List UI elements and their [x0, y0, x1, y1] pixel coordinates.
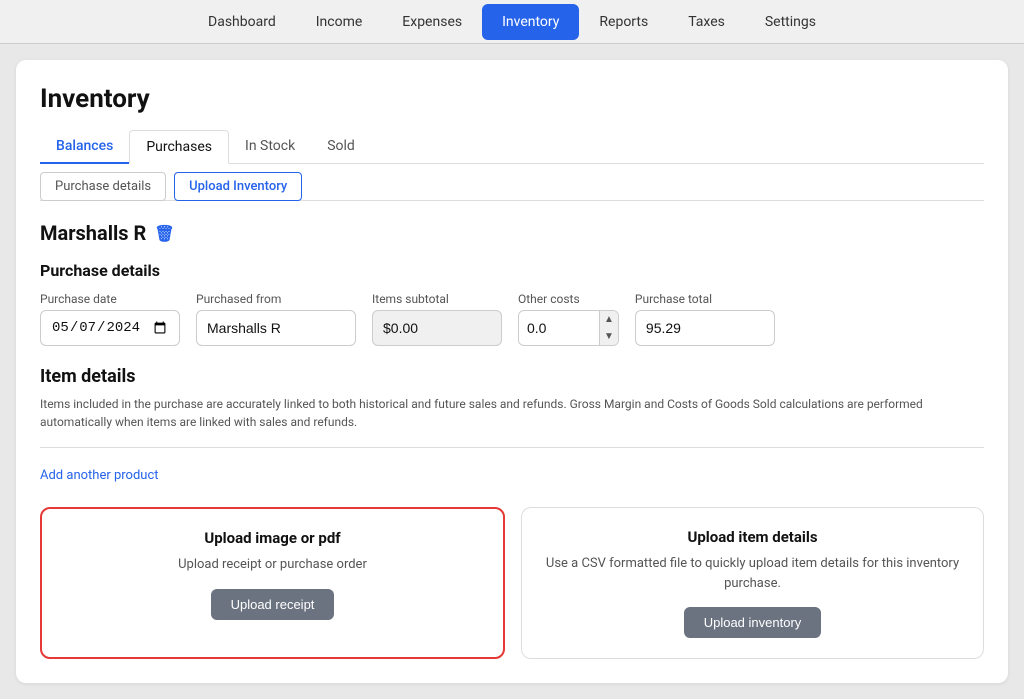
items-subtotal-label: Items subtotal [372, 292, 502, 306]
nav-item-dashboard[interactable]: Dashboard [188, 4, 296, 40]
page-title: Inventory [40, 84, 984, 114]
vendor-heading: Marshalls R 🗑 [40, 221, 984, 245]
tab-sold[interactable]: Sold [311, 130, 371, 164]
purchased-from-label: Purchased from [196, 292, 356, 306]
other-costs-label: Other costs [518, 292, 619, 306]
field-group-purchase-total: Purchase total [635, 292, 775, 346]
field-group-other-costs: Other costs ▲ ▼ [518, 292, 619, 346]
main-wrapper: Inventory Balances Purchases In Stock So… [0, 44, 1024, 699]
purchase-details-title: Purchase details [40, 261, 984, 280]
purchase-total-label: Purchase total [635, 292, 775, 306]
purchase-fields-row: Purchase date Purchased from Items subto… [40, 292, 984, 346]
item-details-title: Item details [40, 366, 984, 387]
upload-item-details-card: Upload item details Use a CSV formatted … [521, 507, 984, 659]
tab-in-stock[interactable]: In Stock [229, 130, 311, 164]
spinner-buttons: ▲ ▼ [599, 311, 618, 345]
upload-cards-row: Upload image or pdf Upload receipt or pu… [40, 507, 984, 659]
top-navigation: Dashboard Income Expenses Inventory Repo… [0, 0, 1024, 44]
spinner-up-btn[interactable]: ▲ [600, 311, 618, 328]
purchase-date-label: Purchase date [40, 292, 180, 306]
upload-item-details-desc: Use a CSV formatted file to quickly uplo… [542, 554, 963, 593]
upload-item-details-title: Upload item details [687, 528, 817, 546]
nav-item-inventory[interactable]: Inventory [482, 4, 579, 40]
nav-item-reports[interactable]: Reports [579, 4, 668, 40]
main-card: Inventory Balances Purchases In Stock So… [16, 60, 1008, 683]
other-costs-spinner: ▲ ▼ [518, 310, 619, 346]
item-details-description: Items included in the purchase are accur… [40, 395, 984, 431]
upload-image-pdf-card: Upload image or pdf Upload receipt or pu… [40, 507, 505, 659]
upload-image-pdf-desc: Upload receipt or purchase order [178, 555, 367, 575]
nav-item-taxes[interactable]: Taxes [668, 4, 745, 40]
other-costs-input[interactable] [519, 314, 599, 342]
upload-inventory-button[interactable]: Upload inventory [684, 607, 822, 638]
purchase-date-input[interactable] [40, 310, 180, 346]
field-group-items-subtotal: Items subtotal [372, 292, 502, 346]
section-divider [40, 447, 984, 448]
purchase-total-input[interactable] [635, 310, 775, 346]
spinner-down-btn[interactable]: ▼ [600, 328, 618, 345]
tab-purchases[interactable]: Purchases [129, 130, 229, 164]
vendor-name: Marshalls R [40, 221, 146, 245]
add-another-product-link[interactable]: Add another product [40, 468, 159, 483]
nav-item-settings[interactable]: Settings [745, 4, 836, 40]
purchased-from-input[interactable] [196, 310, 356, 346]
subtabs-row: Purchase details Upload Inventory [40, 172, 984, 201]
nav-item-income[interactable]: Income [296, 4, 383, 40]
subtab-purchase-details[interactable]: Purchase details [40, 172, 166, 201]
upload-image-pdf-title: Upload image or pdf [204, 529, 340, 547]
tab-balances[interactable]: Balances [40, 130, 129, 164]
field-group-purchased-from: Purchased from [196, 292, 356, 346]
nav-item-expenses[interactable]: Expenses [382, 4, 482, 40]
items-subtotal-input [372, 310, 502, 346]
trash-icon[interactable]: 🗑 [154, 224, 174, 243]
upload-receipt-button[interactable]: Upload receipt [211, 589, 335, 620]
tabs-row: Balances Purchases In Stock Sold [40, 130, 984, 164]
subtab-upload-inventory[interactable]: Upload Inventory [174, 172, 302, 201]
field-group-purchase-date: Purchase date [40, 292, 180, 346]
